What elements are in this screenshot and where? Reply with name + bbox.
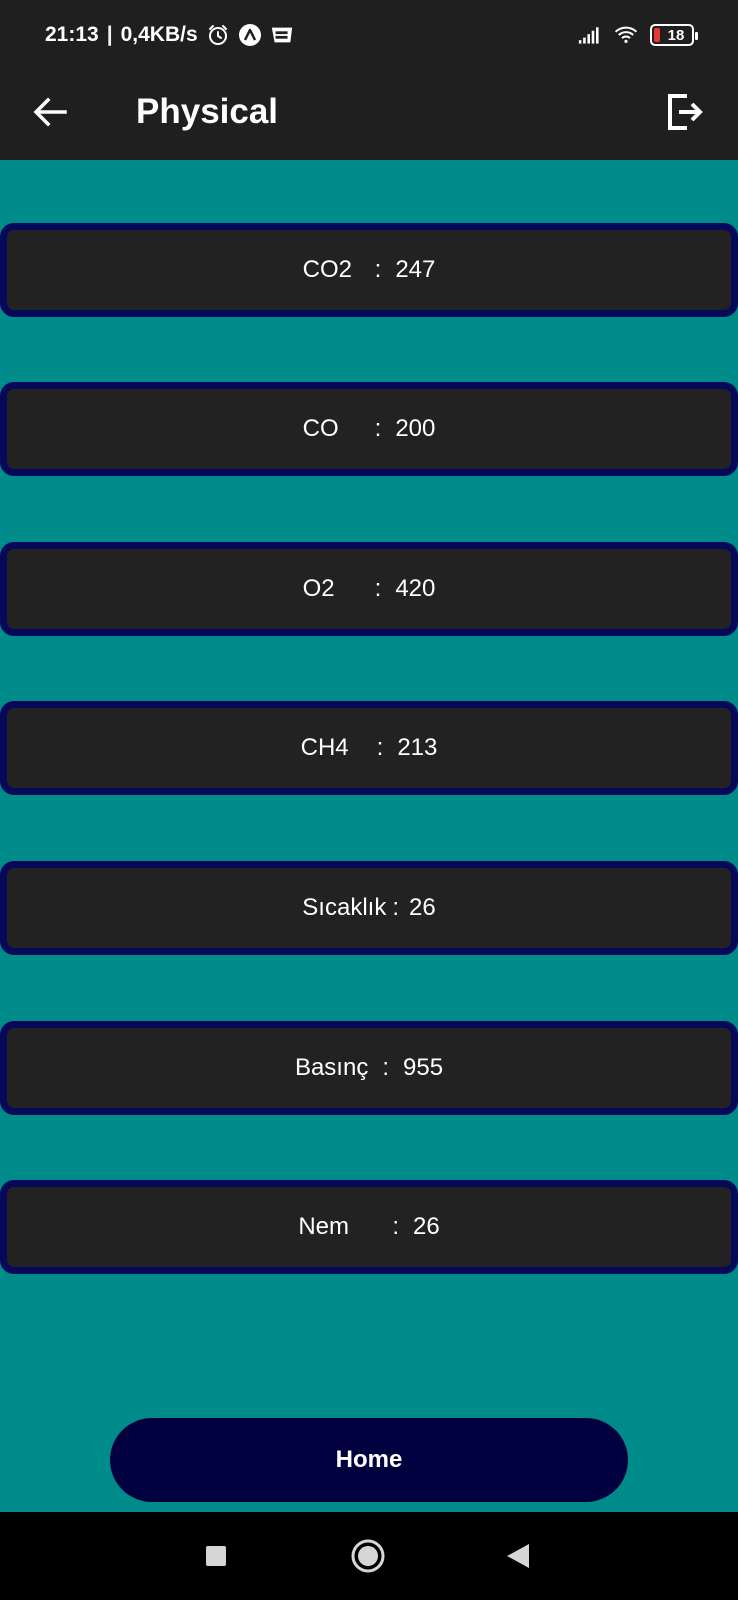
signal-icon	[578, 23, 602, 47]
app-bar: Physical	[0, 72, 738, 160]
alarm-icon	[206, 23, 230, 47]
reading-card-pressure: Basınç : 955	[0, 1021, 738, 1115]
reading-separator: :	[374, 415, 382, 442]
reading-value: 247	[395, 256, 436, 283]
reading-separator: :	[376, 734, 384, 761]
reading-card-ch4: CH4 : 213	[0, 701, 738, 795]
home-nav-button[interactable]	[346, 1534, 390, 1578]
reading-label: CH4	[300, 734, 349, 761]
reading-separator: :	[382, 1054, 389, 1081]
recents-square-icon	[206, 1546, 226, 1566]
home-circle-icon	[351, 1539, 385, 1573]
reading-label: O2	[302, 575, 335, 602]
recents-button[interactable]	[194, 1534, 238, 1578]
reading-separator: :	[392, 1213, 399, 1240]
status-left: 21:13 | 0,4KB/s	[45, 20, 294, 50]
status-bar: 21:13 | 0,4KB/s 18	[0, 0, 738, 72]
reading-label: Nem	[298, 1213, 349, 1240]
reading-value: 213	[397, 734, 438, 761]
page-title: Physical	[136, 92, 279, 131]
home-button[interactable]: Home	[110, 1418, 628, 1502]
reading-value: 200	[395, 415, 436, 442]
reading-card-humidity: Nem : 26	[0, 1180, 738, 1274]
back-nav-button[interactable]	[496, 1534, 540, 1578]
logout-icon	[668, 94, 703, 130]
app-a-icon	[238, 23, 262, 47]
network-speed: 0,4KB/s	[120, 23, 198, 46]
reading-label: Sıcaklık	[302, 894, 387, 921]
battery-percent: 18	[667, 26, 685, 44]
status-separator: |	[106, 23, 113, 46]
battery-icon: 18	[650, 24, 698, 46]
webtoon-icon	[270, 23, 294, 47]
status-right: 18	[578, 20, 698, 50]
status-time: 21:13	[45, 23, 99, 46]
system-nav-bar	[0, 1512, 738, 1600]
reading-separator: :	[392, 894, 399, 921]
reading-card-temperature: Sıcaklık : 26	[0, 861, 738, 955]
reading-card-o2: O2 : 420	[0, 542, 738, 636]
reading-value: 26	[409, 894, 436, 921]
reading-value: 26	[412, 1213, 440, 1240]
reading-separator: :	[374, 256, 382, 283]
reading-label: Basınç	[294, 1054, 369, 1081]
arrow-left-icon	[33, 97, 67, 127]
logout-button[interactable]	[656, 84, 712, 140]
reading-value: 420	[395, 575, 436, 602]
back-triangle-icon	[507, 1544, 529, 1568]
reading-label: CO	[302, 415, 339, 442]
reading-separator: :	[374, 575, 382, 602]
reading-card-co2: CO2 : 247	[0, 223, 738, 317]
battery-level-fill	[654, 28, 660, 42]
reading-card-co: CO : 200	[0, 382, 738, 476]
reading-value: 955	[403, 1054, 444, 1081]
wifi-icon	[614, 23, 638, 47]
back-button[interactable]	[26, 88, 74, 136]
reading-label: CO2	[302, 256, 352, 283]
